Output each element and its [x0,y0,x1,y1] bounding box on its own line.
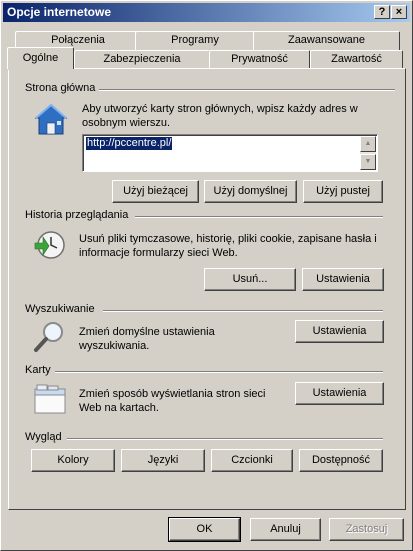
home-separator [99,89,395,91]
ok-button[interactable]: OK [168,517,241,542]
history-description: Usuń pliki tymczasowe, historię, pliki c… [79,233,377,259]
search-description: Zmień domyślne ustawienia wyszukiwania. [79,326,215,352]
appearance-separator [67,438,383,440]
history-settings-button[interactable]: Ustawienia [302,268,384,291]
tab-security[interactable]: Zabezpieczenia [74,50,210,69]
search-separator [103,310,383,312]
colors-button[interactable]: Kolory [31,449,115,472]
title-bar: Opcje internetowe ? × [3,3,410,22]
history-section-label: Historia przeglądania [25,209,133,221]
tab-privacy[interactable]: Prywatność [209,50,310,69]
home-section-label: Strona główna [25,82,100,94]
tabs-separator [53,371,383,373]
cancel-button[interactable]: Anuluj [250,518,321,541]
history-separator [135,216,383,218]
help-button[interactable]: ? [374,5,390,19]
home-page-textarea[interactable]: http://pccentre.pl/ ▲ ▼ [82,134,378,172]
apply-button[interactable]: Zastosuj [329,518,404,541]
search-section-label: Wyszukiwanie [25,303,99,315]
appearance-section-label: Wygląd [25,431,66,443]
use-current-button[interactable]: Użyj bieżącej [112,180,199,203]
tabs-section-label: Karty [25,364,55,376]
use-default-button[interactable]: Użyj domyślnej [204,180,297,203]
search-magnifier-icon [34,322,63,352]
tab-content[interactable]: Zawartość [310,50,403,69]
tab-advanced[interactable]: Zaawansowane [253,31,400,50]
general-tab-panel: Strona główna Aby utworzyć karty stron g… [8,68,406,510]
close-button[interactable]: × [391,5,407,19]
tab-general[interactable]: Ogólne [7,47,74,70]
tab-programs[interactable]: Programy [135,31,255,50]
accessibility-button[interactable]: Dostępność [299,449,383,472]
home-url-value[interactable]: http://pccentre.pl/ [84,136,174,151]
languages-button[interactable]: Języki [121,449,205,472]
search-settings-button[interactable]: Ustawienia [295,320,384,343]
delete-history-button[interactable]: Usuń... [204,268,296,291]
tabs-description: Zmień sposób wyświetlania stron sieci We… [79,388,266,414]
home-icon [34,103,68,135]
use-blank-button[interactable]: Użyj pustej [303,180,383,203]
history-clock-icon [34,231,65,259]
home-textarea-scrollbar[interactable]: ▲ ▼ [360,136,376,170]
tabs-settings-button[interactable]: Ustawienia [295,382,384,405]
scroll-up-icon[interactable]: ▲ [360,136,376,152]
internet-options-window: Opcje internetowe ? × Połączenia Program… [0,0,413,551]
fonts-button[interactable]: Czcionki [211,449,293,472]
home-description: Aby utworzyć karty stron głównych, wpisz… [82,103,358,129]
tabs-window-icon [34,384,66,414]
window-title: Opcje internetowe [7,5,112,19]
scroll-down-icon[interactable]: ▼ [360,154,376,170]
